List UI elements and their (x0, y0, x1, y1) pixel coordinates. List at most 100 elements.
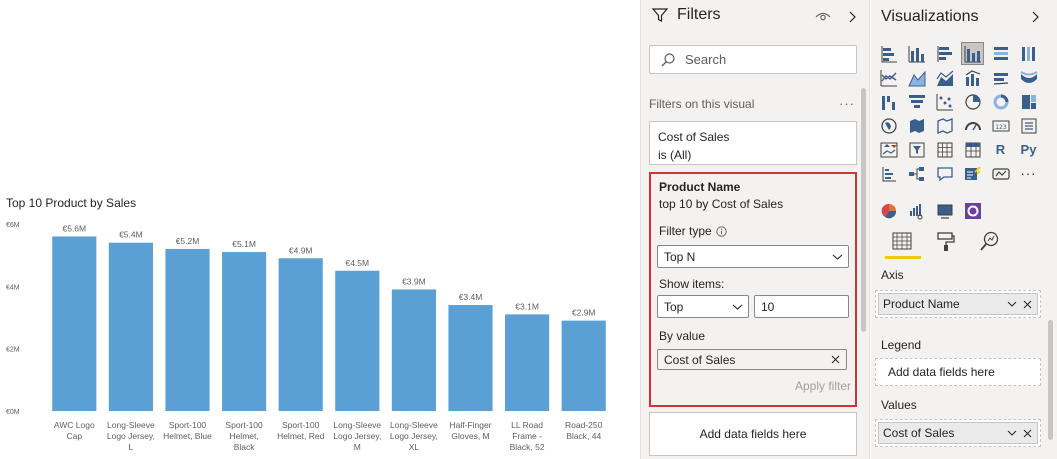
collapse-visualizations-icon[interactable] (1029, 10, 1041, 24)
filters-pane: Filters Search Filters on this visual ··… (640, 0, 870, 459)
bar-chart[interactable]: €0M €2M €4M €6M €5.6M AWC LogoCap €5.4M Long-Sl… (0, 212, 620, 459)
show-items-count-input[interactable]: 10 (754, 295, 849, 318)
python-visual-icon[interactable]: Py (1017, 138, 1040, 161)
close-icon[interactable] (831, 355, 840, 364)
info-icon[interactable] (716, 225, 727, 237)
filter-type-dropdown[interactable]: Top N (657, 245, 849, 268)
bar[interactable] (108, 242, 153, 411)
chevron-down-icon[interactable] (1007, 300, 1017, 308)
line-chart-icon[interactable] (877, 66, 900, 89)
chevron-down-icon[interactable] (1007, 429, 1017, 437)
show-items-label: Show items: (659, 277, 725, 291)
close-icon[interactable] (1023, 300, 1032, 309)
pane-tools (891, 230, 1001, 252)
filled-map-icon[interactable] (905, 114, 928, 137)
bar[interactable] (561, 320, 606, 411)
custom-ring-visual-icon[interactable] (961, 199, 984, 222)
treemap-icon[interactable] (1017, 90, 1040, 113)
gauge-icon[interactable] (961, 114, 984, 137)
product-name-filter-card[interactable]: Product Name top 10 by Cost of Sales Fil… (649, 172, 857, 407)
values-well[interactable]: Cost of Sales (875, 419, 1041, 447)
axis-field-text: Product Name (883, 297, 960, 311)
legend-well[interactable]: Add data fields here (875, 358, 1041, 386)
bar[interactable] (335, 270, 380, 411)
shape-map-icon[interactable] (933, 114, 956, 137)
eye-icon[interactable] (815, 9, 831, 23)
axis-well[interactable]: Product Name (875, 290, 1041, 318)
bar[interactable] (391, 289, 436, 411)
axis-well-label: Axis (881, 268, 904, 282)
bar[interactable] (52, 236, 97, 411)
collapse-filters-icon[interactable] (846, 10, 858, 24)
custom-display-visual-icon[interactable] (933, 199, 956, 222)
bar[interactable] (505, 314, 550, 411)
100-percent-bar-chart-icon[interactable] (989, 42, 1012, 65)
more-options-icon[interactable]: ··· (839, 96, 855, 111)
values-field-pill[interactable]: Cost of Sales (878, 422, 1038, 444)
filters-scrollbar[interactable] (861, 88, 866, 332)
cost-of-sales-filter-card[interactable]: Cost of Sales is (All) (649, 121, 857, 165)
add-data-fields-dropzone[interactable]: Add data fields here (649, 412, 857, 456)
scatter-chart-icon[interactable] (933, 90, 956, 113)
filter-type-value: Top N (664, 249, 696, 264)
x-tick-label: Cap (67, 431, 83, 441)
decomposition-tree-icon[interactable] (905, 162, 928, 185)
custom-chart-visual-icon[interactable] (905, 199, 928, 222)
stacked-column-chart-icon[interactable] (905, 42, 928, 65)
data-label: €5.4M (119, 230, 143, 240)
ribbon-chart-icon[interactable] (1017, 66, 1040, 89)
show-items-direction-dropdown[interactable]: Top (657, 295, 749, 318)
x-tick-label: Road-250 (565, 420, 603, 430)
line-and-stacked-column-icon[interactable] (961, 66, 984, 89)
data-label: €3.9M (402, 276, 426, 286)
by-value-field[interactable]: Cost of Sales (657, 349, 847, 370)
clustered-column-chart-icon[interactable] (961, 42, 984, 65)
y-tick-label: €4M (6, 284, 20, 291)
donut-chart-icon[interactable] (989, 90, 1012, 113)
fields-well-icon[interactable] (891, 230, 913, 252)
visualizations-title: Visualizations (881, 8, 979, 25)
waterfall-chart-icon[interactable] (877, 90, 900, 113)
bar[interactable] (165, 248, 210, 411)
stacked-area-chart-icon[interactable] (933, 66, 956, 89)
matrix-icon[interactable] (961, 138, 984, 161)
x-tick-label: Half-Finger (449, 420, 491, 430)
multi-row-card-icon[interactable] (1017, 114, 1040, 137)
paginated-report-icon[interactable] (989, 162, 1012, 185)
more-visuals-icon[interactable]: ··· (1017, 162, 1040, 185)
key-influencers-icon[interactable] (877, 162, 900, 185)
stacked-bar-chart-icon[interactable] (877, 42, 900, 65)
pie-chart-icon[interactable] (961, 90, 984, 113)
kpi-icon[interactable] (877, 138, 900, 161)
map-icon[interactable] (877, 114, 900, 137)
apply-filter-button[interactable]: Apply filter (795, 379, 851, 393)
smart-narrative-icon[interactable] (961, 162, 984, 185)
close-icon[interactable] (1023, 429, 1032, 438)
card-icon[interactable]: 123 (989, 114, 1012, 137)
bar[interactable] (448, 305, 493, 411)
y-tick-label: €0M (6, 409, 20, 416)
custom-visuals-row (877, 199, 984, 222)
funnel-chart-icon[interactable] (905, 90, 928, 113)
custom-pie-visual-icon[interactable] (877, 199, 900, 222)
r-visual-icon[interactable]: R (989, 138, 1012, 161)
filters-search[interactable]: Search (649, 45, 857, 74)
clustered-bar-chart-icon[interactable] (933, 42, 956, 65)
slicer-icon[interactable] (905, 138, 928, 161)
by-value-label: By value (659, 329, 706, 343)
data-label: €4.9M (289, 245, 313, 255)
x-tick-label: M (354, 442, 361, 452)
qa-visual-icon[interactable] (933, 162, 956, 185)
area-chart-icon[interactable] (905, 66, 928, 89)
visualizations-scrollbar[interactable] (1048, 320, 1053, 440)
bar[interactable] (278, 258, 323, 411)
search-placeholder: Search (685, 52, 727, 67)
format-paint-roller-icon[interactable] (935, 230, 957, 252)
table-icon[interactable] (933, 138, 956, 161)
axis-field-pill[interactable]: Product Name (878, 293, 1038, 315)
line-and-clustered-column-icon[interactable] (989, 66, 1012, 89)
x-tick-label: Black (234, 442, 256, 452)
100-percent-column-chart-icon[interactable] (1017, 42, 1040, 65)
analytics-magnifier-icon[interactable] (979, 230, 1001, 252)
bar[interactable] (222, 252, 267, 411)
